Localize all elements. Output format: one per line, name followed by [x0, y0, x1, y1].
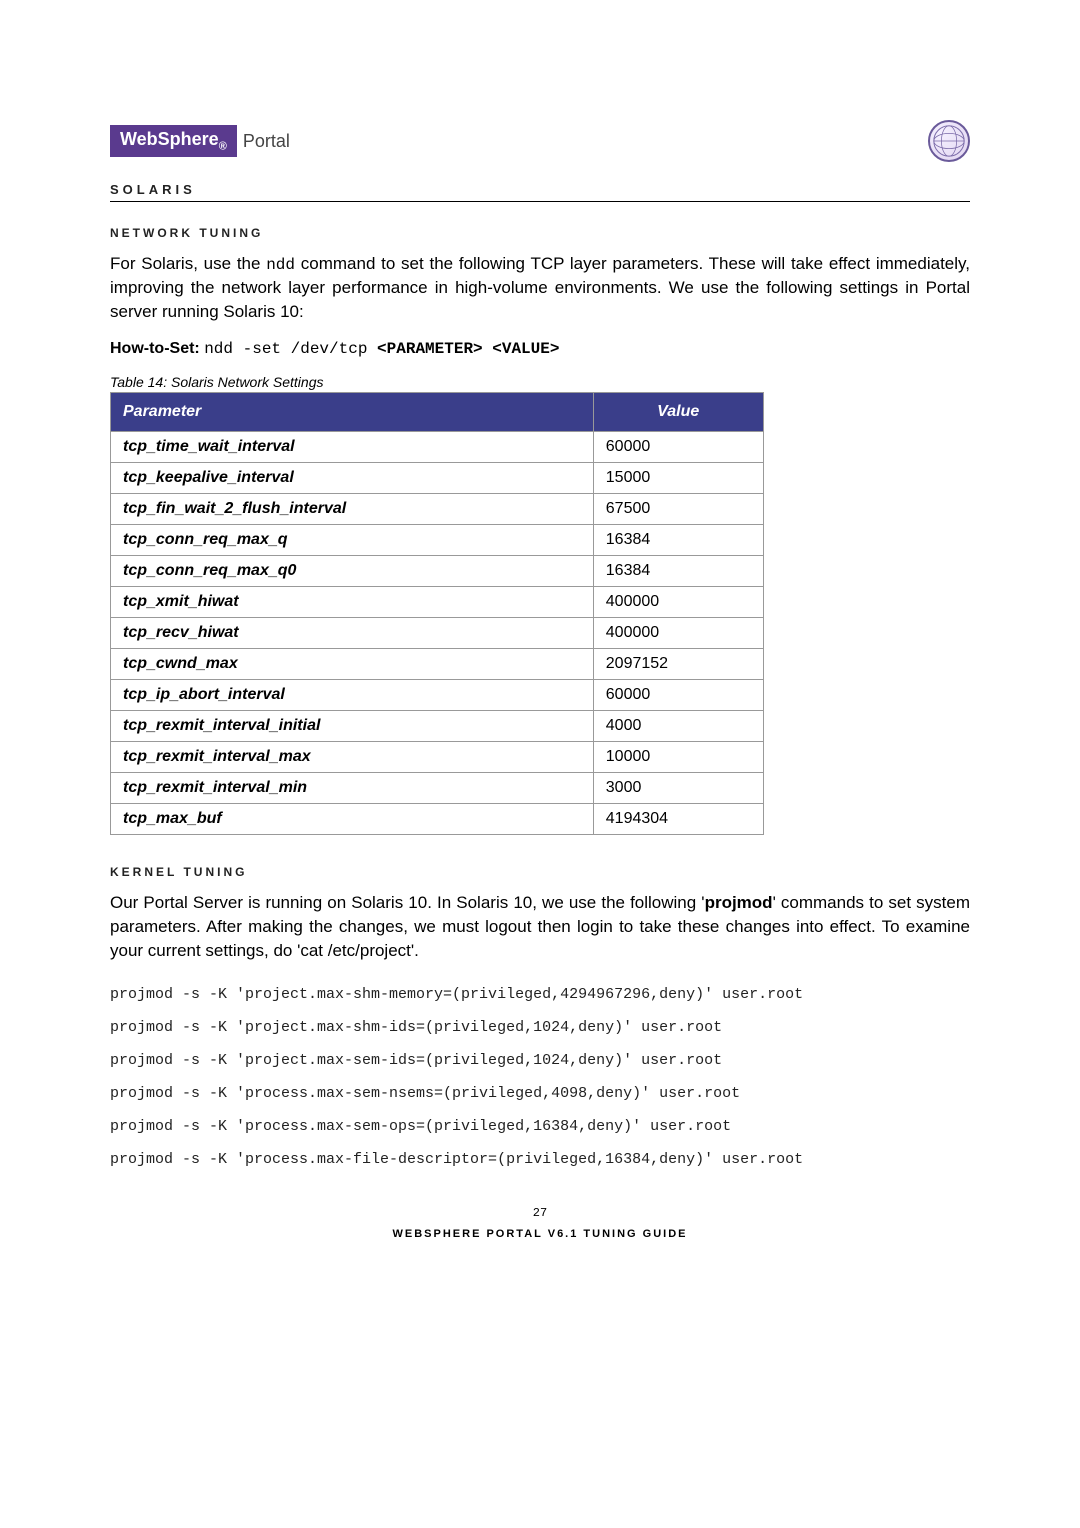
- heading-kernel-tuning: KERNEL TUNING: [110, 865, 970, 879]
- logo-suffix: Portal: [243, 131, 290, 152]
- table-row: tcp_cwnd_max2097152: [111, 648, 764, 679]
- cell-param: tcp_cwnd_max: [111, 648, 594, 679]
- cell-param: tcp_recv_hiwat: [111, 617, 594, 648]
- cell-param: tcp_rexmit_interval_min: [111, 772, 594, 803]
- table-row: tcp_time_wait_interval60000: [111, 431, 764, 462]
- th-parameter: Parameter: [111, 392, 594, 431]
- cmd-line: projmod -s -K 'process.max-sem-ops=(priv…: [110, 1110, 970, 1143]
- network-para-cmd: ndd: [266, 256, 295, 274]
- howto-label: How-to-Set:: [110, 340, 204, 357]
- cell-param: tcp_keepalive_interval: [111, 462, 594, 493]
- solaris-network-settings-table: Parameter Value tcp_time_wait_interval60…: [110, 392, 764, 835]
- table-caption: Table 14: Solaris Network Settings: [110, 374, 970, 390]
- globe-icon: [928, 120, 970, 162]
- cell-value: 16384: [593, 524, 763, 555]
- cell-value: 15000: [593, 462, 763, 493]
- cell-param: tcp_time_wait_interval: [111, 431, 594, 462]
- cell-value: 67500: [593, 493, 763, 524]
- cell-param: tcp_ip_abort_interval: [111, 679, 594, 710]
- table-row: tcp_rexmit_interval_max10000: [111, 741, 764, 772]
- cell-value: 400000: [593, 586, 763, 617]
- howto-params: <PARAMETER> <VALUE>: [377, 340, 559, 358]
- cell-value: 60000: [593, 679, 763, 710]
- table-row: tcp_rexmit_interval_initial4000: [111, 710, 764, 741]
- table-row: tcp_conn_req_max_q016384: [111, 555, 764, 586]
- cell-value: 2097152: [593, 648, 763, 679]
- table-row: tcp_xmit_hiwat400000: [111, 586, 764, 617]
- cell-value: 4194304: [593, 803, 763, 834]
- table-row: tcp_rexmit_interval_min3000: [111, 772, 764, 803]
- page-number: 27: [110, 1206, 970, 1220]
- table-row: tcp_fin_wait_2_flush_interval67500: [111, 493, 764, 524]
- table-row: tcp_conn_req_max_q16384: [111, 524, 764, 555]
- footer-title: WEBSPHERE PORTAL V6.1 TUNING GUIDE: [110, 1228, 970, 1240]
- cmd-line: projmod -s -K 'project.max-sem-ids=(priv…: [110, 1044, 970, 1077]
- cell-value: 4000: [593, 710, 763, 741]
- cell-param: tcp_conn_req_max_q0: [111, 555, 594, 586]
- projmod-commands: projmod -s -K 'project.max-shm-memory=(p…: [110, 978, 970, 1176]
- cell-param: tcp_xmit_hiwat: [111, 586, 594, 617]
- section-title-solaris: SOLARIS: [110, 182, 970, 202]
- page-footer: 27 WEBSPHERE PORTAL V6.1 TUNING GUIDE: [110, 1206, 970, 1240]
- table-row: tcp_keepalive_interval15000: [111, 462, 764, 493]
- cell-param: tcp_fin_wait_2_flush_interval: [111, 493, 594, 524]
- howto-cmd: ndd -set /dev/tcp: [204, 340, 377, 358]
- heading-network-tuning: NETWORK TUNING: [110, 226, 970, 240]
- cell-param: tcp_rexmit_interval_initial: [111, 710, 594, 741]
- header-bar: WebSphere® Portal: [110, 120, 970, 162]
- how-to-set-line: How-to-Set: ndd -set /dev/tcp <PARAMETER…: [110, 340, 970, 358]
- cell-value: 60000: [593, 431, 763, 462]
- cmd-line: projmod -s -K 'project.max-shm-ids=(priv…: [110, 1011, 970, 1044]
- network-para-pre: For Solaris, use the: [110, 254, 266, 273]
- cell-param: tcp_max_buf: [111, 803, 594, 834]
- logo-brand-text: WebSphere: [120, 129, 219, 149]
- cell-param: tcp_conn_req_max_q: [111, 524, 594, 555]
- kernel-para-pre: Our Portal Server is running on Solaris …: [110, 893, 705, 912]
- table-row: tcp_max_buf4194304: [111, 803, 764, 834]
- kernel-paragraph: Our Portal Server is running on Solaris …: [110, 891, 970, 962]
- network-paragraph: For Solaris, use the ndd command to set …: [110, 252, 970, 324]
- cell-param: tcp_rexmit_interval_max: [111, 741, 594, 772]
- th-value: Value: [593, 392, 763, 431]
- websphere-logo: WebSphere® Portal: [110, 125, 290, 157]
- cell-value: 400000: [593, 617, 763, 648]
- cmd-line: projmod -s -K 'process.max-file-descript…: [110, 1143, 970, 1176]
- logo-registered: ®: [219, 141, 227, 153]
- cell-value: 3000: [593, 772, 763, 803]
- cell-value: 10000: [593, 741, 763, 772]
- table-row: tcp_ip_abort_interval60000: [111, 679, 764, 710]
- kernel-para-bold: projmod: [705, 893, 773, 912]
- cell-value: 16384: [593, 555, 763, 586]
- logo-brand: WebSphere®: [110, 125, 237, 157]
- cmd-line: projmod -s -K 'project.max-shm-memory=(p…: [110, 978, 970, 1011]
- table-row: tcp_recv_hiwat400000: [111, 617, 764, 648]
- cmd-line: projmod -s -K 'process.max-sem-nsems=(pr…: [110, 1077, 970, 1110]
